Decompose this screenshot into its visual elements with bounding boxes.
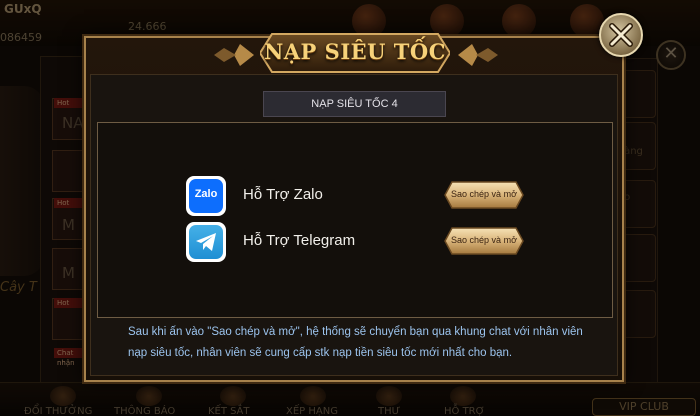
close-x-icon	[609, 23, 633, 47]
copy-and-open-telegram-button[interactable]: Sao chép và mở	[444, 226, 524, 256]
option-label: Hỗ Trợ Zalo	[243, 186, 323, 203]
title-ornament-right	[458, 44, 498, 66]
modal-title: NẠP SIÊU TỐC	[264, 39, 446, 64]
telegram-icon	[186, 222, 226, 262]
close-button[interactable]	[599, 13, 643, 57]
copy-button-label: Sao chép và mở	[451, 189, 517, 199]
zalo-icon: Zalo	[186, 176, 226, 216]
support-options-box	[97, 122, 613, 318]
copy-button-label: Sao chép và mở	[451, 235, 517, 245]
title-ornament-left	[214, 44, 254, 66]
option-label: Hỗ Trợ Telegram	[243, 232, 356, 249]
option-zalo: Zalo Hỗ Trợ Zalo Sao chép và mở	[186, 176, 526, 216]
copy-and-open-zalo-button[interactable]: Sao chép và mở	[444, 180, 524, 210]
instruction-note: Sau khi ấn vào "Sao chép và mở", hệ thốn…	[128, 326, 583, 359]
option-telegram: Hỗ Trợ Telegram Sao chép và mở	[186, 222, 526, 262]
tab-fast-deposit-4[interactable]: NẠP SIÊU TỐC 4	[263, 91, 446, 117]
title-plate: NẠP SIÊU TỐC	[260, 32, 450, 74]
